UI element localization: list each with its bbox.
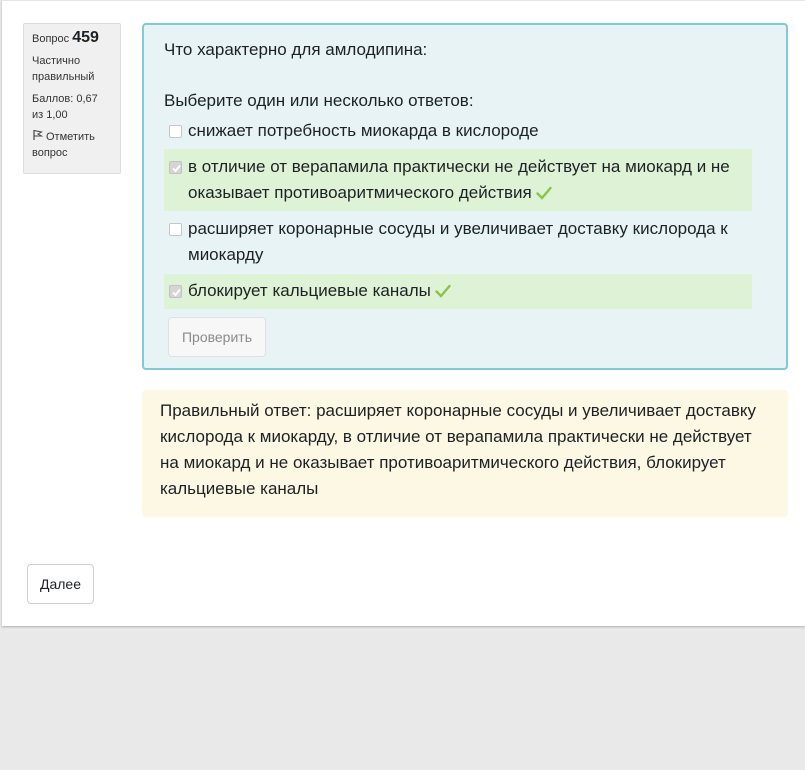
answer-prompt: Выберите один или несколько ответов:	[164, 91, 474, 110]
answer-checkbox-checked[interactable]	[169, 285, 182, 298]
answer-option-2[interactable]: в отличие от верапамила практически не д…	[164, 149, 752, 211]
check-button[interactable]: Проверить	[168, 317, 266, 357]
flag-question-link[interactable]: Отметить вопрос	[32, 129, 112, 161]
question-number-value: 459	[72, 29, 99, 46]
check-icon	[435, 284, 451, 298]
answer-label: в отличие от верапамила практически не д…	[188, 157, 730, 202]
question-state: Частично правильный	[32, 55, 95, 83]
correct-answer-feedback: Правильный ответ: расширяет коронарные с…	[142, 390, 788, 517]
question-label: Вопрос	[32, 33, 70, 45]
question-number: Вопрос 459	[32, 30, 112, 47]
answer-checkbox[interactable]	[169, 125, 182, 138]
question-info: Вопрос 459 Частично правильный Баллов: 0…	[23, 23, 121, 174]
answer-checkbox-checked[interactable]	[169, 161, 182, 174]
answer-label: блокирует кальциевые каналы	[188, 281, 431, 300]
question-grade: Баллов: 0,67 из 1,00	[32, 93, 98, 121]
page-card: Вопрос 459 Частично правильный Баллов: 0…	[2, 0, 805, 626]
flag-icon	[33, 130, 44, 140]
answer-option-1[interactable]: снижает потребность миокарда в кислороде	[164, 118, 752, 144]
check-icon	[536, 186, 552, 200]
answer-checkbox[interactable]	[169, 223, 182, 236]
question-text: Что характерно для амлодипина:	[164, 40, 428, 59]
next-button[interactable]: Далее	[27, 564, 94, 604]
answer-label: снижает потребность миокарда в кислороде	[188, 121, 539, 140]
question-box: Что характерно для амлодипина: Выберите …	[142, 23, 788, 370]
answer-label: расширяет коронарные сосуды и увеличивае…	[188, 219, 728, 264]
answer-option-3[interactable]: расширяет коронарные сосуды и увеличивае…	[164, 216, 752, 268]
answer-option-4[interactable]: блокирует кальциевые каналы	[164, 274, 752, 309]
